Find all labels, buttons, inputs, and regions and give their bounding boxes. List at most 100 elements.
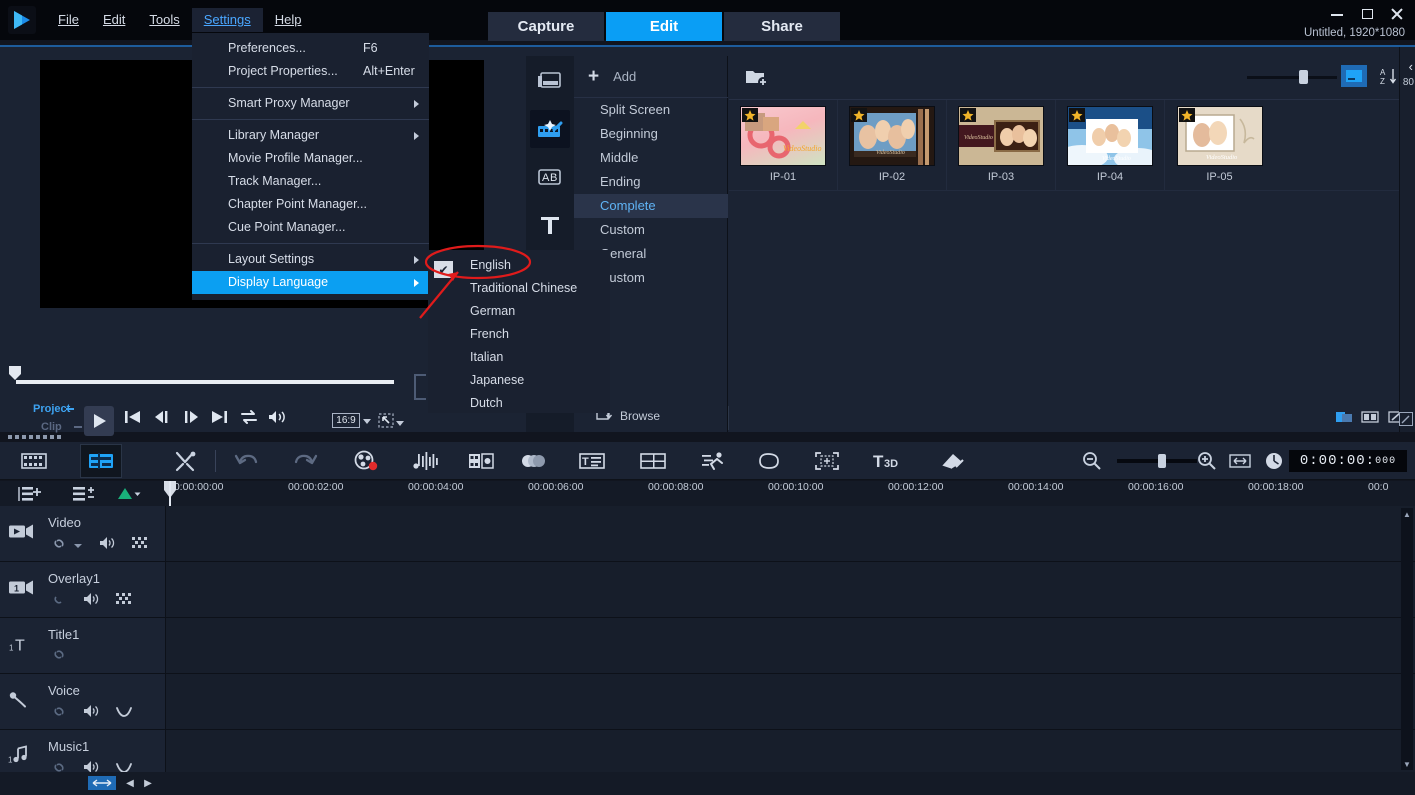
preview-mode-clip[interactable]: Clip <box>41 421 62 433</box>
mask-creator-button[interactable] <box>749 445 789 477</box>
language-item-traditional-chinese[interactable]: Traditional Chinese <box>428 277 610 300</box>
speaker-icon[interactable] <box>99 536 116 555</box>
track-row-video[interactable]: Video <box>0 506 1415 562</box>
title-icon[interactable] <box>530 206 570 244</box>
template-item-ip02[interactable]: VideoStudio IP-02 <box>838 100 947 190</box>
track-head[interactable]: 1 Overlay1 <box>0 562 166 617</box>
track-row-voice[interactable]: Voice <box>0 674 1415 730</box>
add-folder-icon[interactable] <box>745 67 769 92</box>
settings-dropdown-menu[interactable]: Preferences... F6 Project Properties... … <box>192 33 429 300</box>
title-3d-button[interactable]: T 3D <box>868 445 908 477</box>
chevron-down-icon[interactable] <box>73 537 83 555</box>
language-item-french[interactable]: French <box>428 323 610 346</box>
library-category-complete[interactable]: Complete <box>574 194 728 218</box>
split-panel-icon[interactable] <box>1359 408 1381 426</box>
timeline-vertical-scrollbar[interactable]: ▲ ▼ <box>1401 508 1413 770</box>
prev-frame-button[interactable] <box>154 409 172 430</box>
aspect-ratio-caret-icon[interactable] <box>363 419 371 424</box>
library-category-beginning[interactable]: Beginning <box>574 122 728 146</box>
crop-caret-icon[interactable] <box>396 421 404 426</box>
speaker-icon[interactable] <box>83 760 100 772</box>
storyboard-view-button[interactable] <box>14 445 54 477</box>
fit-to-window-button[interactable] <box>88 776 116 790</box>
audio-mixer-button[interactable] <box>405 445 445 477</box>
zoom-out-button[interactable] <box>1072 445 1112 477</box>
thumbnail-size-slider[interactable] <box>1247 68 1337 86</box>
grid-mute-icon[interactable] <box>116 592 131 611</box>
track-body[interactable] <box>166 618 1415 673</box>
track-transparency-button[interactable] <box>694 445 734 477</box>
track-buttons[interactable] <box>52 648 67 666</box>
storyboard-grid-button[interactable] <box>633 445 673 477</box>
language-item-german[interactable]: German <box>428 300 610 323</box>
track-row-music1[interactable]: 1 Music1 <box>0 730 1415 772</box>
pencil-square-icon[interactable] <box>1399 412 1413 426</box>
menu-item-chapter-point-manager[interactable]: Chapter Point Manager... <box>192 193 429 216</box>
link-icon[interactable] <box>52 648 67 666</box>
tab-edit[interactable]: Edit <box>606 12 722 41</box>
language-item-dutch[interactable]: Dutch <box>428 392 610 415</box>
subtitle-editor-button[interactable]: T <box>572 445 612 477</box>
menu-item-movie-profile-manager[interactable]: Movie Profile Manager... <box>192 147 429 170</box>
track-body[interactable] <box>166 730 1415 772</box>
crop-region-icon[interactable] <box>378 413 395 434</box>
timeline-zoom-knob[interactable] <box>1158 454 1166 468</box>
timecode-display[interactable]: 0:00:00: 000 <box>1289 450 1407 472</box>
link-icon[interactable] <box>52 593 67 611</box>
template-item-ip01[interactable]: VideoStudio IP-01 <box>729 100 838 190</box>
track-buttons[interactable] <box>52 536 147 555</box>
grid-mute-icon[interactable] <box>132 536 147 555</box>
window-controls[interactable] <box>1329 6 1405 22</box>
menu-item-layout-settings[interactable]: Layout Settings <box>192 248 429 271</box>
panel-view-buttons[interactable] <box>1333 408 1407 426</box>
scroll-thumb[interactable] <box>1402 522 1412 652</box>
speaker-icon[interactable] <box>83 592 100 611</box>
timeline-ruler[interactable]: 00:00:00:00 00:00:02:00 00:00:04:00 00:0… <box>166 481 1415 506</box>
menu-item-track-manager[interactable]: Track Manager... <box>192 170 429 193</box>
template-item-ip04[interactable]: VideoStudio IP-04 <box>1056 100 1165 190</box>
track-head[interactable]: Voice <box>0 674 166 729</box>
library-category-ending[interactable]: Ending <box>574 170 728 194</box>
track-buttons[interactable] <box>52 760 132 772</box>
scroll-down-arrow-icon[interactable]: ▼ <box>1401 758 1413 770</box>
volume-button[interactable] <box>267 409 287 430</box>
curve-icon[interactable] <box>116 705 132 723</box>
menu-bar[interactable]: File Edit Tools Settings Help <box>46 8 313 32</box>
track-head[interactable]: 1 T Title1 <box>0 618 166 673</box>
redo-button[interactable] <box>286 445 326 477</box>
library-category-custom[interactable]: Custom <box>574 218 728 242</box>
video-tracking-button[interactable] <box>807 445 847 477</box>
track-row-title1[interactable]: 1 T Title1 <box>0 618 1415 674</box>
menu-help[interactable]: Help <box>263 8 314 32</box>
track-buttons[interactable] <box>52 704 132 723</box>
track-body[interactable] <box>166 674 1415 729</box>
template-item-ip03[interactable]: VideoStudio IP-03 <box>947 100 1056 190</box>
menu-item-library-manager[interactable]: Library Manager <box>192 124 429 147</box>
language-item-english[interactable]: ✔ English <box>428 254 610 278</box>
add-template-button[interactable]: + Add <box>574 56 728 98</box>
display-language-submenu[interactable]: ✔ English Traditional Chinese German Fre… <box>428 250 610 413</box>
trim-bracket-icon[interactable] <box>414 374 426 400</box>
track-body[interactable] <box>166 562 1415 617</box>
language-item-italian[interactable]: Italian <box>428 346 610 369</box>
tools-button[interactable] <box>165 445 205 477</box>
tab-share[interactable]: Share <box>724 12 840 41</box>
maximize-icon[interactable] <box>1359 6 1375 22</box>
track-head[interactable]: 1 Music1 <box>0 730 166 772</box>
instant-project-icon[interactable] <box>530 110 570 148</box>
menu-edit[interactable]: Edit <box>91 8 137 32</box>
link-icon[interactable] <box>52 705 67 723</box>
undo-button[interactable] <box>226 445 266 477</box>
timeline-horizontal-scrollbar[interactable]: ◀ ▶ <box>0 772 1415 795</box>
preview-scrub-track[interactable] <box>16 380 394 384</box>
sort-az-icon[interactable]: A Z <box>1377 65 1401 87</box>
media-icon[interactable] <box>530 62 570 100</box>
close-icon[interactable] <box>1389 6 1405 22</box>
menu-item-project-properties[interactable]: Project Properties... Alt+Enter <box>192 60 429 83</box>
paint-creator-button[interactable] <box>933 445 973 477</box>
menu-settings[interactable]: Settings <box>191 8 263 32</box>
record-capture-button[interactable] <box>346 445 386 477</box>
menu-file[interactable]: File <box>46 8 91 32</box>
playhead-marker[interactable] <box>8 365 22 381</box>
transition-icon[interactable]: A B <box>530 158 570 196</box>
